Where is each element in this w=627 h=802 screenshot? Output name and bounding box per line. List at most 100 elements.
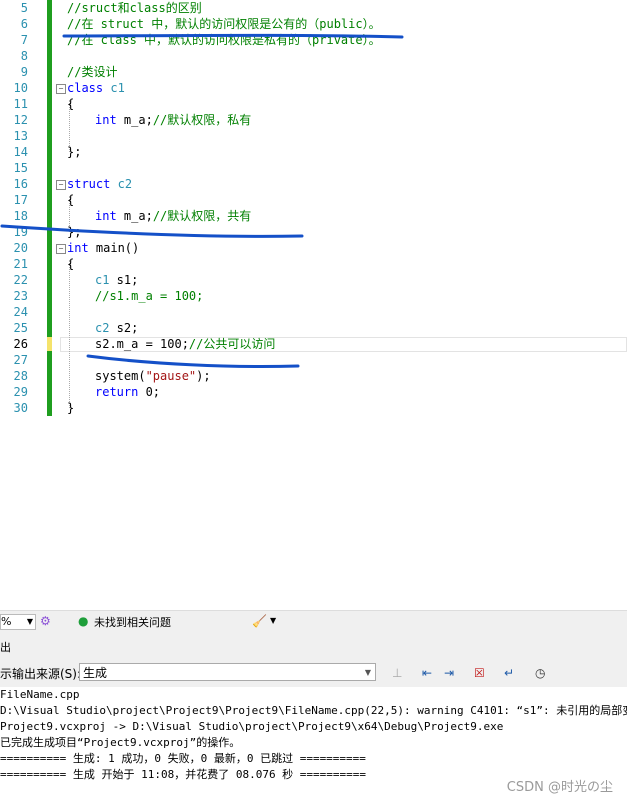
code-text: m_a; — [116, 113, 153, 127]
code-line-25[interactable]: c2 s2; — [95, 320, 138, 336]
code-text: main() — [88, 241, 140, 255]
output-source-label: 示输出来源(S): — [0, 667, 82, 681]
code-text: s1; — [109, 273, 139, 287]
output-line: ========== 生成: 1 成功，0 失败，0 最新，0 已跳过 ====… — [0, 752, 366, 765]
code-comment: //默认权限，私有 — [152, 113, 252, 127]
code-line-22[interactable]: c1 s1; — [95, 272, 138, 288]
line-number: 17 — [13, 193, 28, 207]
issues-status-label[interactable]: 未找到相关问题 — [94, 614, 171, 630]
code-line-16[interactable]: struct c2 — [67, 176, 132, 192]
line-number: 21 — [13, 257, 28, 271]
chevron-down-icon: ▼ — [364, 668, 371, 677]
cleanup-brush-icon[interactable]: 🧹 — [252, 613, 267, 629]
chevron-down-icon: ▼ — [26, 617, 33, 626]
code-line-20[interactable]: int main() — [67, 240, 139, 256]
output-line: FileName.cpp — [0, 688, 80, 701]
code-text: m_a; — [116, 209, 153, 223]
fold-toggle-icon[interactable]: − — [56, 180, 66, 190]
line-number: 24 — [13, 305, 28, 319]
line-number: 7 — [20, 33, 28, 47]
unsaved-change-marker — [47, 337, 52, 351]
code-text: s2; — [109, 321, 139, 335]
watermark-text: CSDN @时光の尘 — [506, 780, 613, 795]
keyword-int: int — [95, 113, 117, 127]
output-line: 已完成生成项目“Project9.vcxproj”的操作。 — [0, 736, 241, 749]
line-number: 5 — [20, 1, 28, 15]
class-name: c1 — [110, 81, 125, 95]
code-editor[interactable]: 5 6 7 8 9 10 11 12 13 14 15 16 17 18 19 … — [0, 0, 627, 418]
line-number: 15 — [13, 161, 28, 175]
code-line-30[interactable]: } — [67, 400, 74, 416]
line-number: 10 — [13, 81, 28, 95]
code-line-18[interactable]: int m_a;//默认权限，共有 — [95, 208, 251, 224]
string-literal: "pause" — [145, 369, 197, 383]
find-message-icon[interactable]: ⊥ — [392, 665, 402, 681]
code-line-11[interactable]: { — [67, 96, 74, 112]
code-line-21[interactable]: { — [67, 256, 74, 272]
copilot-icon[interactable]: ⚙ — [40, 613, 51, 629]
word-wrap-icon[interactable]: ↵ — [504, 665, 514, 681]
type-name: c1 — [95, 273, 110, 287]
output-source-value: 生成 — [83, 666, 108, 680]
editor-status-bar: % ▼ ⚙ ● 未找到相关问题 🧹 ▼ — [0, 610, 627, 631]
code-text: ); — [196, 369, 211, 383]
code-comment: //默认权限，共有 — [152, 209, 252, 223]
line-number: 19 — [13, 225, 28, 239]
code-line-29[interactable]: return 0; — [95, 384, 160, 400]
code-line-17[interactable]: { — [67, 192, 74, 208]
line-number: 8 — [20, 49, 28, 63]
code-line-9[interactable]: //类设计 — [67, 64, 117, 80]
code-line-23[interactable]: //s1.m_a = 100; — [95, 288, 203, 304]
zoom-level: % — [1, 615, 12, 628]
fold-toggle-icon[interactable]: − — [56, 84, 66, 94]
keyword-return: return — [95, 385, 139, 399]
line-number: 16 — [13, 177, 28, 191]
code-text: system( — [95, 369, 146, 383]
check-circle-icon: ● — [78, 614, 89, 628]
output-toolbar: 示输出来源(S): 生成 ▼ ⊥ ⇤ ⇥ ☒ ↵ ◷ — [0, 659, 627, 687]
line-number: 9 — [20, 65, 28, 79]
keyword-int: int — [95, 209, 117, 223]
next-message-icon[interactable]: ⇥ — [444, 665, 454, 681]
type-name: c2 — [95, 321, 110, 335]
code-line-28[interactable]: system("pause"); — [95, 368, 211, 384]
code-line-26[interactable]: s2.m_a = 100;//公共可以访问 — [95, 336, 275, 352]
zoom-dropdown[interactable]: % ▼ — [0, 614, 36, 630]
line-number: 14 — [13, 145, 28, 159]
line-number-current: 26 — [13, 337, 28, 351]
clock-icon[interactable]: ◷ — [535, 665, 545, 681]
chevron-down-icon[interactable]: ▼ — [270, 613, 276, 629]
code-line-6[interactable]: //在 struct 中，默认的访问权限是公有的（public）。 — [67, 16, 381, 32]
code-line-5[interactable]: //sruct和class的区别 — [67, 0, 202, 16]
output-panel-header: 出 — [0, 631, 627, 659]
fold-toggle-icon[interactable]: − — [56, 244, 66, 254]
code-comment: //公共可以访问 — [188, 337, 276, 351]
line-number: 29 — [13, 385, 28, 399]
output-line: D:\Visual Studio\project\Project9\Projec… — [0, 704, 627, 717]
output-panel-title: 出 — [0, 641, 11, 654]
keyword-int: int — [67, 241, 89, 255]
code-line-14[interactable]: }; — [67, 144, 81, 160]
line-number: 28 — [13, 369, 28, 383]
output-line: Project9.vcxproj -> D:\Visual Studio\pro… — [0, 720, 504, 733]
line-number: 12 — [13, 113, 28, 127]
line-number: 22 — [13, 273, 28, 287]
indent-guide — [69, 260, 70, 408]
change-tracking-bar — [47, 0, 52, 416]
clear-all-icon[interactable]: ☒ — [474, 665, 485, 681]
keyword-struct: struct — [67, 177, 111, 191]
line-number: 20 — [13, 241, 28, 255]
previous-message-icon[interactable]: ⇤ — [422, 665, 432, 681]
code-line-12[interactable]: int m_a;//默认权限，私有 — [95, 112, 251, 128]
line-number: 11 — [13, 97, 28, 111]
line-number: 27 — [13, 353, 28, 367]
code-line-19[interactable]: }; — [67, 224, 81, 240]
code-line-7[interactable]: //在 class 中，默认的访问权限是私有的（private）。 — [67, 32, 381, 48]
line-number: 23 — [13, 289, 28, 303]
code-text: 0; — [138, 385, 161, 399]
code-line-10[interactable]: class c1 — [67, 80, 125, 96]
keyword-class: class — [67, 81, 104, 95]
code-text: s2.m_a = 100; — [95, 337, 189, 351]
line-number: 13 — [13, 129, 28, 143]
output-source-select[interactable]: 生成 ▼ — [79, 663, 376, 681]
